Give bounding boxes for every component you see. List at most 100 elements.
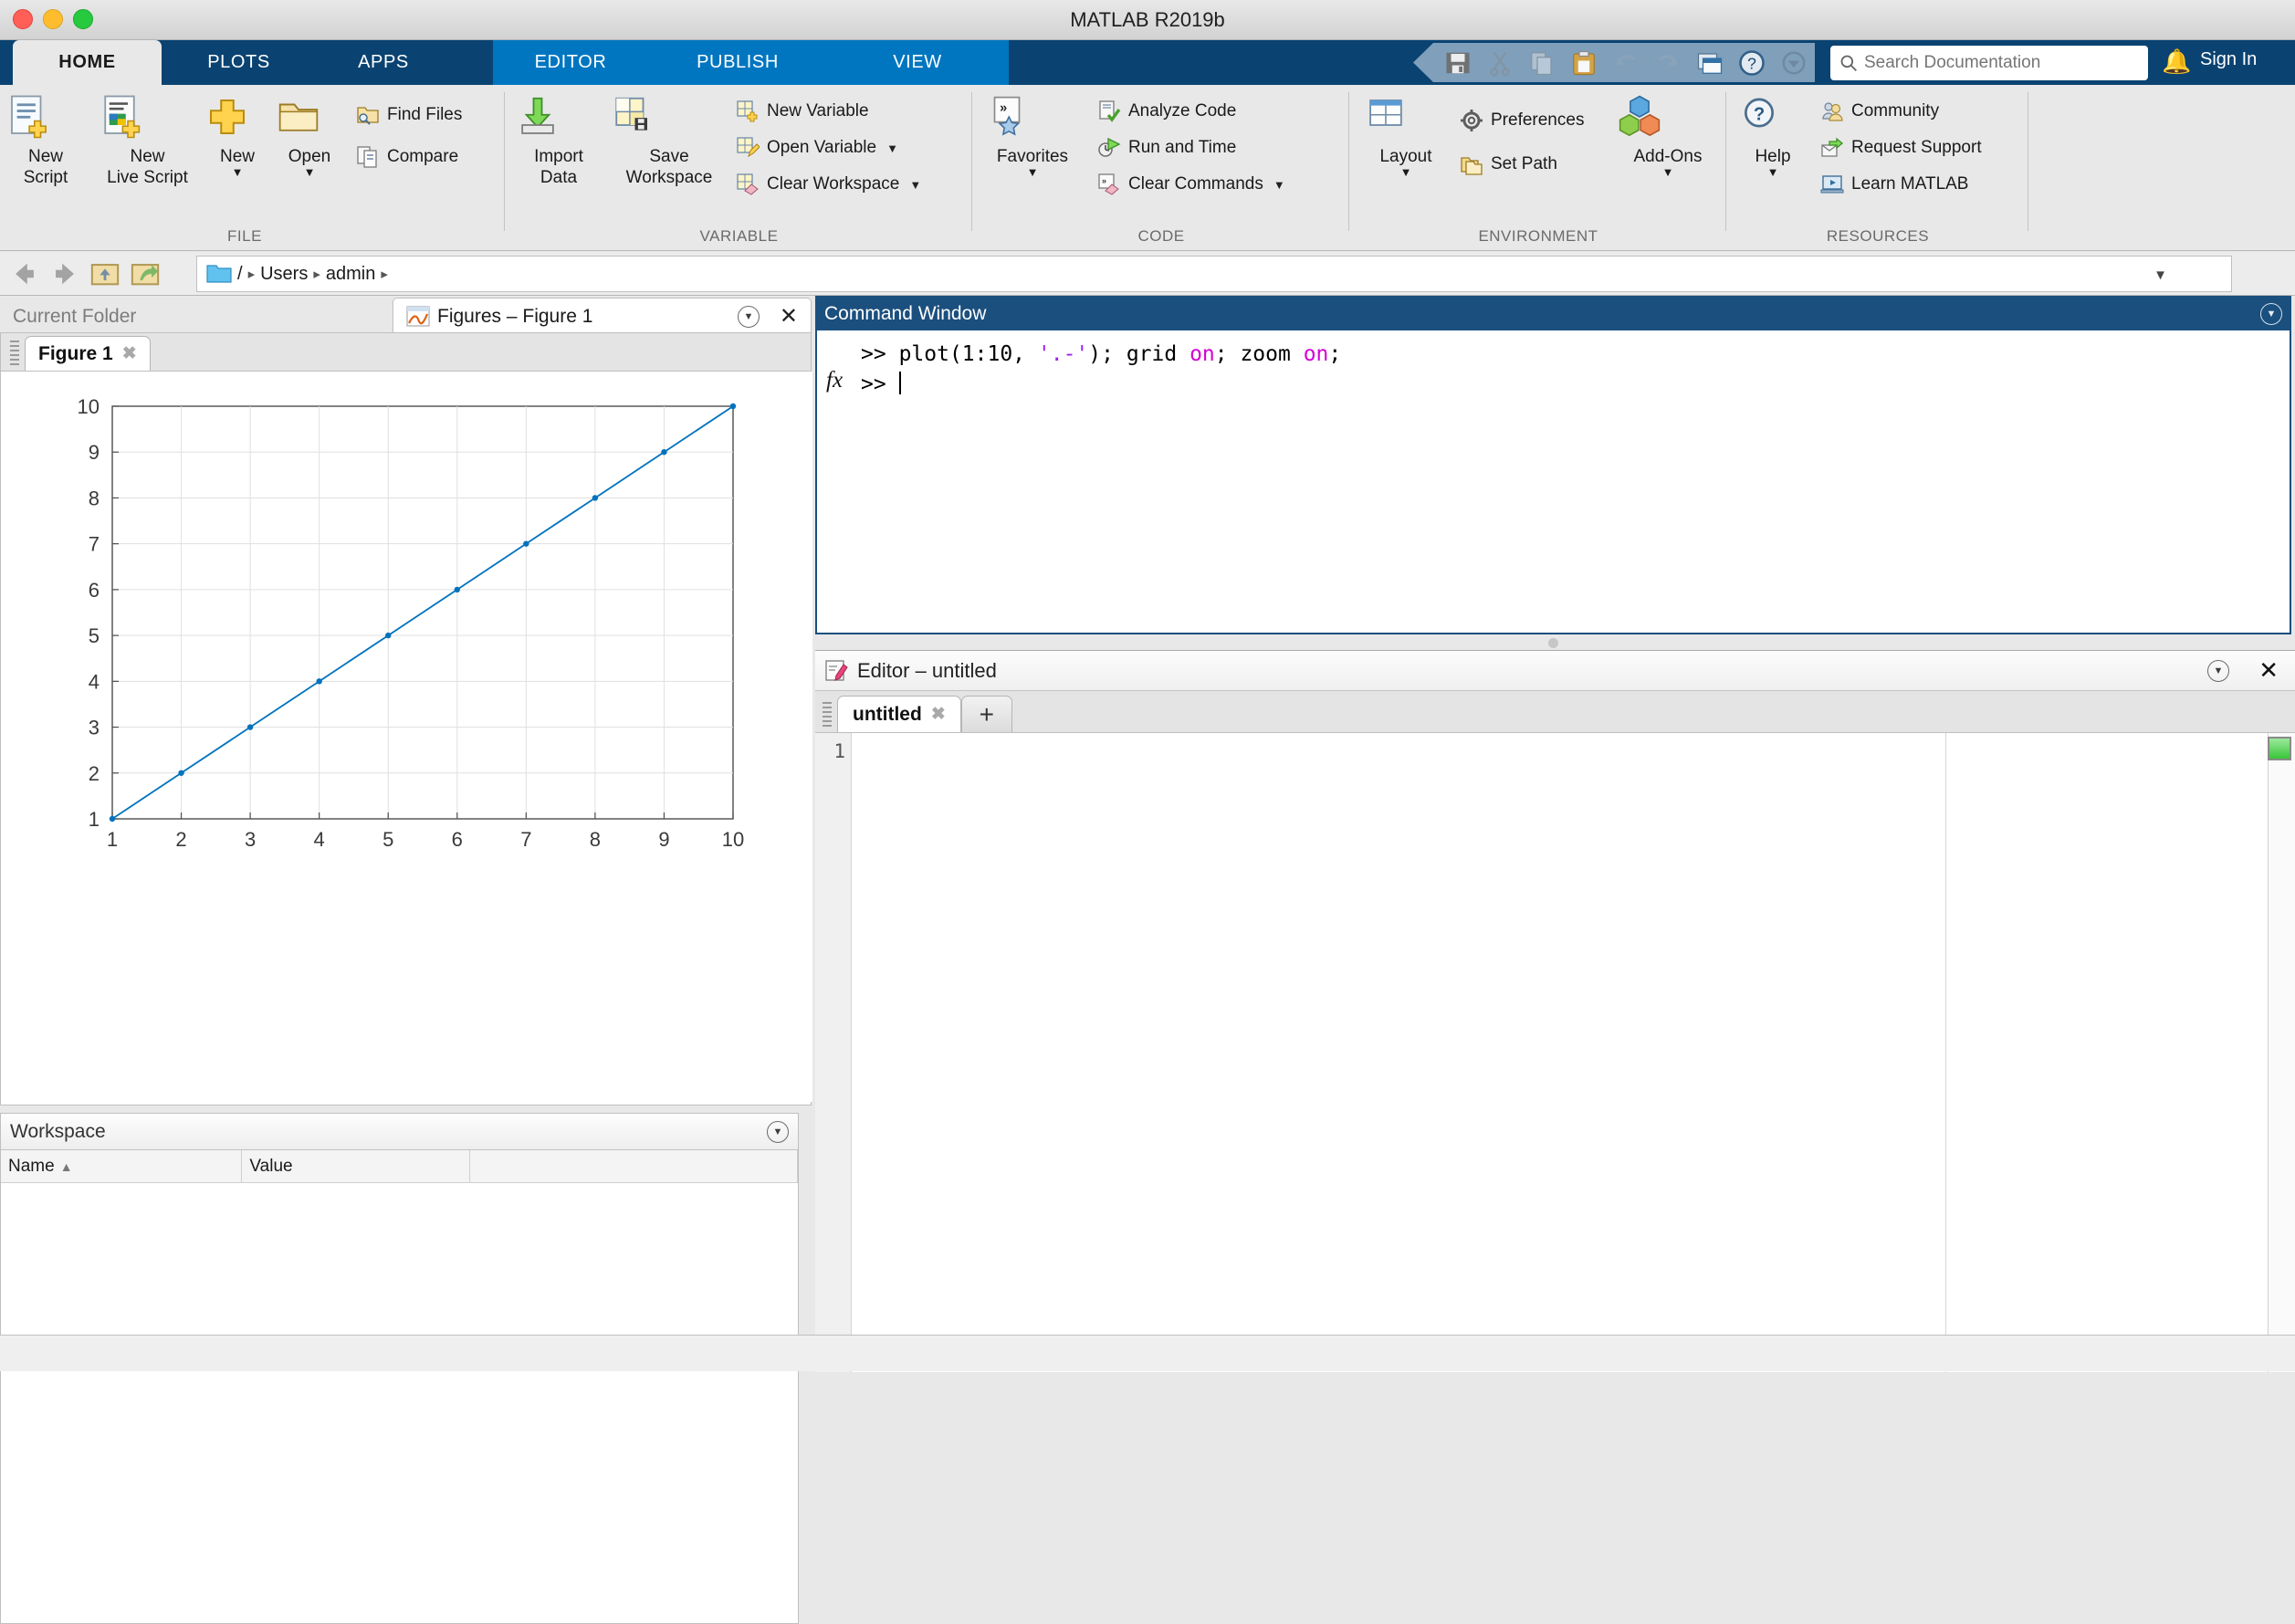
add-ons-button[interactable]: Add-Ons ▼	[1615, 92, 1721, 178]
open-button[interactable]: Open ▼	[274, 92, 345, 178]
tab-view[interactable]: VIEW	[854, 40, 981, 85]
layout-button[interactable]: Layout ▼	[1361, 92, 1451, 178]
preferences-button[interactable]: Preferences	[1460, 107, 1584, 134]
save-workspace-icon	[606, 92, 732, 143]
layout-chevron-down-icon[interactable]: ▼	[1361, 167, 1451, 178]
tab-home[interactable]: HOME	[13, 40, 162, 85]
browse-folder-icon[interactable]	[130, 258, 161, 289]
editor-tab-drag-handle[interactable]	[823, 702, 832, 729]
clear-workspace-chevron-down-icon[interactable]: ▼	[909, 178, 921, 192]
current-folder-path-field[interactable]: / ▸ Users ▸ admin ▸ ▼	[196, 256, 2232, 292]
save-workspace-button[interactable]: Save Workspace	[606, 92, 732, 188]
copy-icon[interactable]	[1528, 49, 1556, 77]
import-data-button[interactable]: Import Data	[513, 92, 604, 188]
workspace-column-value[interactable]: Value	[242, 1150, 469, 1182]
workspace-rows-area[interactable]	[1, 1183, 798, 1621]
path-crumb-users[interactable]: Users	[260, 264, 308, 285]
command-window-body[interactable]: fx >> plot(1:10, '.-'); grid on; zoom on…	[817, 330, 2290, 633]
favorites-button[interactable]: » Favorites ▼	[982, 92, 1083, 178]
figures-close-icon[interactable]: ✕	[780, 303, 798, 330]
help-button[interactable]: ? Help ▼	[1734, 92, 1811, 178]
undo-icon[interactable]	[1612, 49, 1640, 77]
notifications-bell-icon[interactable]: 🔔	[2162, 47, 2191, 76]
community-button[interactable]: Community	[1820, 98, 1939, 125]
community-label: Community	[1851, 101, 1939, 121]
editor-tab-close-icon[interactable]: ✖	[931, 704, 946, 725]
run-and-time-button[interactable]: Run and Time	[1097, 134, 1236, 162]
new-variable-button[interactable]: New Variable	[736, 98, 869, 125]
command-editor-splitter[interactable]	[812, 635, 2295, 650]
sort-ascending-icon[interactable]: ▲	[60, 1159, 73, 1174]
tab-editor[interactable]: EDITOR	[498, 40, 644, 85]
figure-tab-figure-1[interactable]: Figure 1 ✖	[25, 336, 151, 371]
open-variable-button[interactable]: Open Variable ▼	[736, 134, 898, 162]
save-icon[interactable]	[1444, 49, 1472, 77]
learn-matlab-icon	[1820, 173, 1844, 196]
analyze-code-button[interactable]: Analyze Code	[1097, 98, 1236, 125]
set-path-button[interactable]: Set Path	[1460, 151, 1557, 178]
editor-tab-untitled[interactable]: untitled ✖	[837, 696, 961, 732]
analyze-code-label: Analyze Code	[1128, 101, 1236, 121]
workspace-column-name[interactable]: Name ▲	[1, 1150, 242, 1182]
compare-button[interactable]: Compare	[356, 143, 458, 171]
up-one-level-icon[interactable]	[89, 258, 121, 289]
search-documentation-box[interactable]	[1830, 46, 2148, 80]
editor-panel-options-icon[interactable]: ▼	[2207, 660, 2229, 682]
quick-access-dropdown-icon[interactable]	[1780, 49, 1808, 77]
new-chevron-down-icon[interactable]: ▼	[203, 167, 272, 178]
preferences-gear-icon	[1460, 109, 1483, 132]
figure-tab-drag-handle[interactable]	[10, 341, 19, 368]
path-dropdown-icon[interactable]: ▼	[2154, 267, 2167, 283]
window-title-bar: MATLAB R2019b	[0, 0, 2295, 40]
editor-panel: Editor – untitled ▼ ✕ untitled ✖ + 1	[815, 650, 2295, 1371]
editor-body[interactable]: 1	[815, 733, 2295, 1372]
open-chevron-down-icon[interactable]: ▼	[274, 167, 345, 178]
back-arrow-icon[interactable]	[9, 258, 40, 289]
open-variable-chevron-down-icon[interactable]: ▼	[886, 141, 898, 155]
command-input-line[interactable]: >>	[861, 370, 2290, 400]
tab-figures[interactable]: Figures – Figure 1 ▼ ✕	[393, 298, 812, 334]
forward-arrow-icon[interactable]	[49, 258, 80, 289]
splitter-handle-icon[interactable]	[1548, 638, 1558, 648]
clear-workspace-button[interactable]: Clear Workspace ▼	[736, 171, 921, 198]
new-button[interactable]: New ▼	[203, 92, 272, 178]
editor-code-area[interactable]	[852, 733, 2295, 1372]
find-files-button[interactable]: Find Files	[356, 101, 462, 129]
editor-line-number-gutter: 1	[815, 733, 852, 1372]
request-support-button[interactable]: Request Support	[1820, 134, 1982, 162]
workspace-panel-options-icon[interactable]: ▼	[767, 1121, 789, 1143]
tab-publish[interactable]: PUBLISH	[659, 40, 816, 85]
add-ons-chevron-down-icon[interactable]: ▼	[1615, 167, 1721, 178]
editor-scrollbar[interactable]	[2268, 733, 2295, 1372]
editor-column-ruler	[1945, 733, 1946, 1372]
new-editor-tab-button[interactable]: +	[961, 696, 1012, 732]
figures-panel-options-icon[interactable]: ▼	[738, 306, 760, 328]
left-column: Current Folder Figures – Figure 1 ▼ ✕ Fi…	[0, 296, 812, 1371]
figure-tab-close-icon[interactable]: ✖	[122, 343, 137, 364]
help-icon[interactable]: ?	[1738, 49, 1766, 77]
tab-current-folder[interactable]: Current Folder	[0, 299, 393, 334]
cut-icon[interactable]	[1486, 49, 1514, 77]
tab-plots[interactable]: PLOTS	[168, 40, 309, 85]
favorites-chevron-down-icon[interactable]: ▼	[982, 167, 1083, 178]
window-layout-icon[interactable]	[1696, 49, 1724, 77]
sign-in-link[interactable]: Sign In	[2200, 49, 2257, 70]
tab-apps[interactable]: APPS	[315, 40, 452, 85]
figure-plot-svg[interactable]: 1234567891012345678910	[1, 372, 812, 1102]
editor-close-icon[interactable]: ✕	[2258, 656, 2279, 685]
paste-icon[interactable]	[1570, 49, 1598, 77]
command-window-options-icon[interactable]: ▼	[2260, 303, 2282, 325]
figure-plot-area[interactable]: 1234567891012345678910	[1, 372, 812, 1102]
new-live-script-button[interactable]: New Live Script	[95, 92, 200, 188]
learn-matlab-button[interactable]: Learn MATLAB	[1820, 171, 1968, 198]
run-and-time-label: Run and Time	[1128, 138, 1236, 158]
help-chevron-down-icon[interactable]: ▼	[1734, 167, 1811, 178]
redo-icon[interactable]	[1654, 49, 1682, 77]
fx-icon[interactable]: fx	[826, 365, 843, 395]
clear-commands-button[interactable]: » Clear Commands ▼	[1097, 171, 1285, 198]
search-input[interactable]	[1862, 52, 2136, 74]
new-script-button[interactable]: New Script	[4, 92, 88, 188]
path-crumb-admin[interactable]: admin	[326, 264, 375, 285]
clear-commands-chevron-down-icon[interactable]: ▼	[1273, 178, 1285, 192]
code-analyzer-ok-indicator[interactable]	[2268, 737, 2291, 760]
